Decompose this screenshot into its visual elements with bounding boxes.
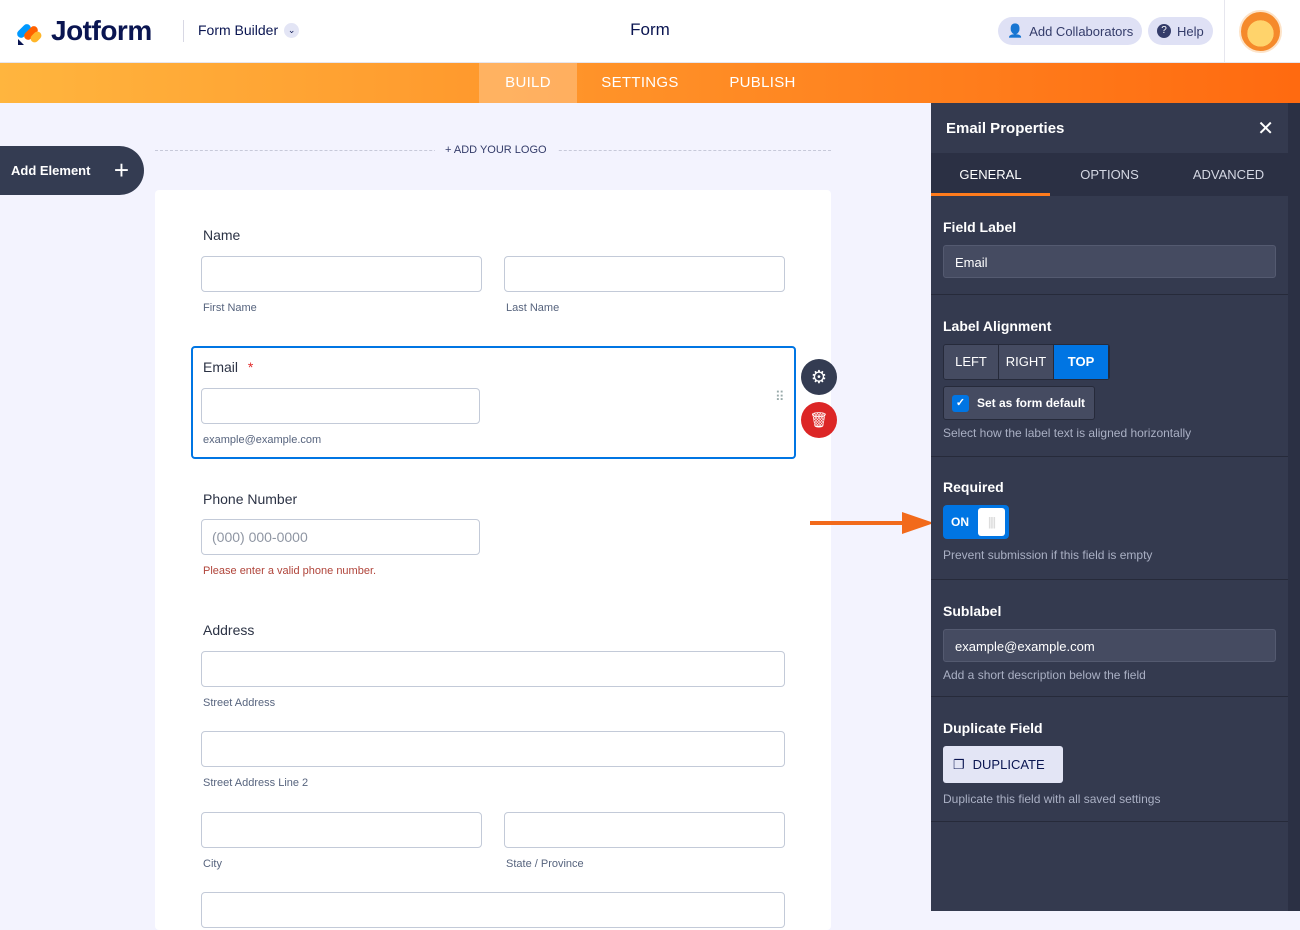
- builder-nav: BUILD SETTINGS PUBLISH: [0, 63, 1300, 103]
- toggle-state: ON: [951, 515, 969, 529]
- copy-icon: ❐: [953, 756, 965, 772]
- arrow-annotation-icon: [810, 512, 934, 534]
- form-builder-label: Form Builder: [198, 22, 279, 38]
- add-collaborators-button[interactable]: 👤 Add Collaborators: [998, 17, 1143, 45]
- sublabel-section: Sublabel example@example.com Add a short…: [931, 580, 1288, 697]
- email-label-text: Email: [203, 359, 239, 375]
- label-alignment-section: Label Alignment LEFT RIGHT TOP ✓ Set as f…: [931, 295, 1288, 457]
- jotform-logo[interactable]: Jotform: [17, 15, 152, 47]
- panel-scrollbar[interactable]: [1288, 103, 1300, 911]
- duplicate-description: Duplicate this field with all saved sett…: [943, 792, 1161, 806]
- form-default-label: Set as form default: [977, 396, 1086, 410]
- divider: [1224, 0, 1225, 63]
- phone-input[interactable]: (000) 000-0000: [201, 519, 480, 555]
- street-input[interactable]: [201, 651, 785, 687]
- panel-header: Email Properties ✕: [931, 103, 1288, 153]
- brand-name: Jotform: [51, 15, 152, 46]
- sublabel-description: Add a short description below the field: [943, 668, 1146, 682]
- duplicate-heading: Duplicate Field: [943, 720, 1043, 736]
- alignment-description: Select how the label text is aligned hor…: [943, 426, 1192, 440]
- gear-icon[interactable]: ⚙: [801, 359, 837, 395]
- plus-icon: +: [113, 155, 129, 185]
- state-sublabel: State / Province: [506, 858, 584, 870]
- field-label-input[interactable]: Email: [943, 245, 1276, 278]
- state-input[interactable]: [504, 812, 785, 848]
- required-mark: *: [247, 359, 254, 375]
- field-label-heading: Field Label: [943, 219, 1017, 235]
- align-top-button[interactable]: TOP: [1054, 345, 1109, 379]
- close-icon[interactable]: ✕: [1257, 116, 1274, 141]
- user-icon: 👤: [1007, 23, 1024, 38]
- tab-publish[interactable]: PUBLISH: [715, 63, 810, 103]
- duplicate-section: Duplicate Field ❐ DUPLICATE Duplicate thi…: [931, 697, 1288, 822]
- jotform-logo-icon: [17, 24, 42, 45]
- alignment-segmented-control: LEFT RIGHT TOP: [943, 344, 1110, 380]
- email-sublabel: example@example.com: [203, 434, 322, 446]
- drag-handle-icon[interactable]: ⠿: [775, 390, 785, 403]
- toggle-knob-icon: |||: [978, 508, 1005, 536]
- first-name-input[interactable]: [201, 256, 482, 292]
- help-icon: ?: [1157, 24, 1171, 38]
- tab-options[interactable]: OPTIONS: [1050, 153, 1169, 196]
- last-name-input[interactable]: [504, 256, 785, 292]
- tab-general[interactable]: GENERAL: [931, 153, 1050, 196]
- top-header: Jotform Form Builder ⌄ Form 👤 Add Collabor…: [0, 0, 1300, 63]
- street-sublabel: Street Address: [203, 697, 276, 709]
- form-builder-dropdown[interactable]: Form Builder ⌄: [198, 22, 300, 38]
- tab-advanced[interactable]: ADVANCED: [1169, 153, 1288, 196]
- label-alignment-heading: Label Alignment: [943, 318, 1052, 334]
- add-collaborators-label: Add Collaborators: [1029, 23, 1134, 39]
- properties-panel: Email Properties ✕ GENERAL OPTIONS ADVANC…: [931, 103, 1288, 911]
- address-label: Address: [203, 622, 255, 638]
- checkmark-icon: ✓: [952, 394, 969, 412]
- required-heading: Required: [943, 479, 1004, 495]
- tab-settings[interactable]: SETTINGS: [590, 63, 690, 103]
- trash-icon[interactable]: 🗑: [801, 402, 837, 438]
- sublabel-input[interactable]: example@example.com: [943, 629, 1276, 662]
- form-default-checkbox[interactable]: ✓ Set as form default: [943, 386, 1095, 420]
- help-label: Help: [1177, 23, 1204, 39]
- postal-input[interactable]: [201, 892, 785, 928]
- duplicate-button[interactable]: ❐ DUPLICATE: [943, 746, 1063, 783]
- field-label-section: Field Label Email: [931, 196, 1288, 295]
- city-sublabel: City: [203, 858, 222, 870]
- first-name-sublabel: First Name: [203, 302, 257, 314]
- email-input[interactable]: [201, 388, 480, 424]
- align-left-button[interactable]: LEFT: [944, 345, 999, 379]
- last-name-sublabel: Last Name: [506, 302, 560, 314]
- panel-tabs: GENERAL OPTIONS ADVANCED: [931, 153, 1288, 196]
- help-button[interactable]: ? Help: [1148, 17, 1213, 45]
- required-section: Required ON ||| Prevent submission if thi…: [931, 457, 1288, 580]
- sublabel-heading: Sublabel: [943, 603, 1002, 619]
- panel-title: Email Properties: [946, 120, 1065, 137]
- phone-label: Phone Number: [203, 491, 298, 507]
- city-input[interactable]: [201, 812, 482, 848]
- avatar[interactable]: [1239, 10, 1282, 53]
- phone-sublabel: Please enter a valid phone number.: [203, 565, 377, 577]
- align-right-button[interactable]: RIGHT: [999, 345, 1054, 379]
- chevron-down-icon: ⌄: [284, 22, 300, 38]
- add-element-button[interactable]: Add Element +: [0, 146, 144, 195]
- street2-input[interactable]: [201, 731, 785, 767]
- divider: [183, 20, 184, 42]
- name-label: Name: [203, 227, 241, 243]
- add-element-label: Add Element: [11, 163, 91, 178]
- add-logo-link[interactable]: + ADD YOUR LOGO: [435, 144, 557, 156]
- email-label: Email *: [203, 359, 253, 375]
- street2-sublabel: Street Address Line 2: [203, 777, 309, 789]
- required-description: Prevent submission if this field is empt…: [943, 548, 1153, 562]
- duplicate-label: DUPLICATE: [972, 757, 1045, 772]
- tab-build[interactable]: BUILD: [479, 63, 577, 103]
- required-toggle[interactable]: ON |||: [943, 505, 1009, 539]
